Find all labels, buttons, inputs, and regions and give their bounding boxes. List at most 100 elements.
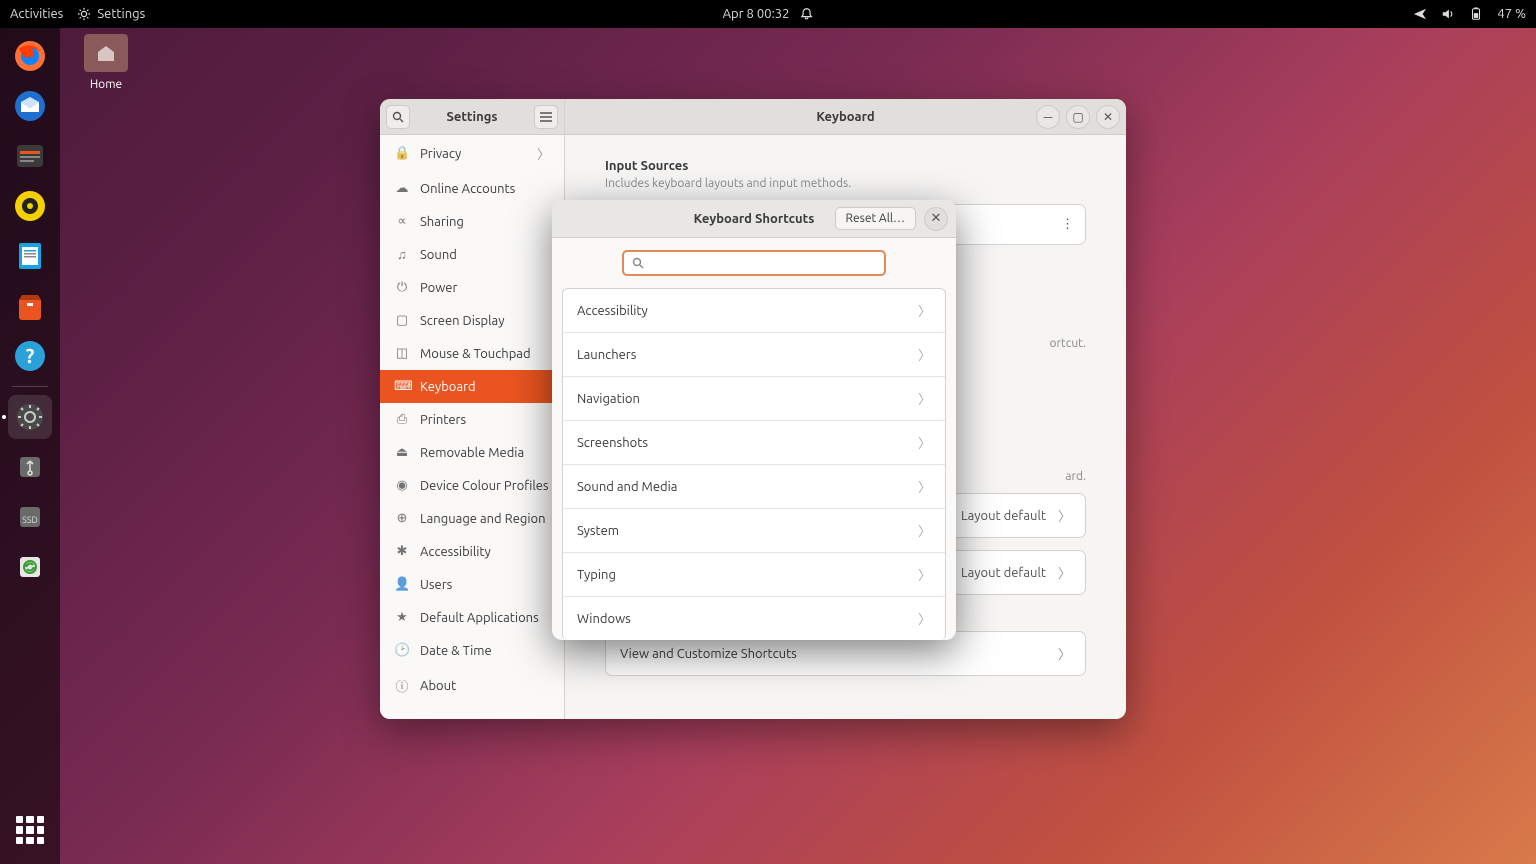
nav-label: About	[420, 679, 456, 693]
shortcut-category-launchers[interactable]: Launchers〉	[563, 333, 945, 377]
sidebar-item-about[interactable]: ⓘ About	[380, 667, 564, 704]
dock-software[interactable]	[8, 284, 52, 328]
sidebar-item-removable-media[interactable]: ⏏Removable Media	[380, 436, 564, 469]
shortcuts-search-input[interactable]	[650, 256, 876, 270]
grid-icon	[16, 816, 44, 844]
airplane-icon[interactable]	[1413, 7, 1427, 21]
sidebar-item-users[interactable]: 👤 Users	[380, 568, 564, 601]
sidebar-item-date-time[interactable]: 🕑Date & Time	[380, 634, 564, 667]
window-header: Settings Keyboard ─ ▢ ✕	[380, 99, 1126, 135]
nav-icon: ⎙	[394, 412, 410, 427]
reset-all-button[interactable]: Reset All…	[835, 207, 916, 230]
search-icon	[632, 257, 644, 269]
chevron-right-icon: 〉	[918, 565, 931, 584]
sidebar-item-screen-display[interactable]: ▢Screen Display	[380, 304, 564, 337]
sidebar-item-keyboard[interactable]: ⌨Keyboard	[380, 370, 564, 403]
shortcut-category-accessibility[interactable]: Accessibility 〉	[563, 289, 945, 333]
chevron-right-icon: 〉	[918, 433, 931, 452]
nav-label: Removable Media	[420, 446, 524, 460]
desktop-home-folder[interactable]: Home	[84, 34, 128, 91]
shortcut-category-screenshots[interactable]: Screenshots 〉	[563, 421, 945, 465]
shortcut-category-sound-and-media[interactable]: Sound and Media 〉	[563, 465, 945, 509]
sidebar-item-sharing[interactable]: ∝Sharing	[380, 205, 564, 238]
shortcut-category-navigation[interactable]: Navigation〉	[563, 377, 945, 421]
activities-button[interactable]: Activities	[10, 7, 63, 21]
nav-label: Users	[420, 578, 452, 592]
layout-value-1: Layout default	[961, 509, 1046, 523]
dock-ssd[interactable]: SSD	[8, 495, 52, 539]
sidebar-item-device-colour-profiles[interactable]: ◉ Device Colour Profiles	[380, 469, 564, 502]
folder-icon	[84, 34, 128, 72]
nav-icon: ◉	[394, 478, 410, 493]
dock-rhythmbox[interactable]	[8, 184, 52, 228]
nav-label: Accessibility	[420, 545, 491, 559]
svg-text:?: ?	[26, 344, 35, 367]
nav-label: Language and Region	[420, 512, 546, 526]
nav-icon: ⏻	[394, 280, 410, 295]
sidebar-item-power[interactable]: ⏻Power	[380, 271, 564, 304]
hamburger-button[interactable]	[534, 105, 558, 129]
chevron-right-icon: 〉	[918, 389, 931, 408]
sidebar-item-default-applications[interactable]: ★Default Applications	[380, 601, 564, 634]
close-window-button[interactable]: ✕	[1096, 105, 1120, 129]
show-applications[interactable]	[8, 808, 52, 852]
nav-icon: 👤	[394, 577, 410, 592]
chevron-right-icon: 〉	[1058, 506, 1071, 525]
partial-text-2: ard.	[1065, 470, 1086, 483]
chevron-right-icon: 〉	[918, 477, 931, 496]
nav-icon: ⌨	[394, 379, 410, 394]
nav-icon: ⓘ	[394, 676, 410, 695]
dock-writer[interactable]	[8, 234, 52, 278]
sidebar-item-language-and-region[interactable]: ⊕ Language and Region	[380, 502, 564, 535]
dock-files[interactable]	[8, 134, 52, 178]
notification-bell-icon[interactable]	[799, 7, 813, 21]
category-label: Sound and Media	[577, 480, 677, 494]
kebab-icon[interactable]: ⋮	[1061, 217, 1071, 232]
sidebar-item-printers[interactable]: ⎙Printers	[380, 403, 564, 436]
nav-icon: 🕑	[394, 643, 410, 658]
battery-icon[interactable]	[1469, 7, 1483, 21]
dock-help[interactable]: ?	[8, 334, 52, 378]
category-label: System	[577, 524, 619, 538]
shortcut-category-typing[interactable]: Typing〉	[563, 553, 945, 597]
sidebar-item-mouse-touchpad[interactable]: ◫Mouse & Touchpad	[380, 337, 564, 370]
dock-firefox[interactable]	[8, 34, 52, 78]
nav-icon: ♫	[394, 247, 410, 262]
dock-usb[interactable]	[8, 445, 52, 489]
chevron-right-icon: 〉	[537, 144, 550, 163]
dock-thunderbird[interactable]	[8, 84, 52, 128]
nav-icon: ★	[394, 610, 410, 625]
nav-icon: ⊕	[394, 511, 410, 526]
dialog-close-button[interactable]: ✕	[924, 207, 948, 231]
chevron-right-icon: 〉	[918, 609, 931, 628]
category-label: Screenshots	[577, 436, 648, 450]
dialog-title: Keyboard Shortcuts	[694, 212, 815, 226]
sidebar-item-online-accounts[interactable]: ☁Online Accounts	[380, 172, 564, 205]
dock-separator	[12, 386, 48, 387]
clock[interactable]: Apr 8 00:32	[723, 7, 790, 21]
top-bar: Activities Settings Apr 8 00:32 47 %	[0, 0, 1536, 28]
shortcut-category-windows[interactable]: Windows〉	[563, 597, 945, 640]
svg-text:SSD: SSD	[22, 515, 38, 525]
nav-label: Device Colour Profiles	[420, 479, 549, 493]
sidebar-item-sound[interactable]: ♫ Sound	[380, 238, 564, 271]
nav-label: Sound	[420, 248, 457, 262]
app-menu[interactable]: Settings	[77, 7, 145, 21]
maximize-button[interactable]: ▢	[1066, 105, 1090, 129]
search-icon	[392, 111, 404, 123]
sidebar-search-button[interactable]	[386, 105, 410, 129]
shortcuts-search[interactable]	[622, 250, 886, 276]
volume-icon[interactable]	[1441, 7, 1455, 21]
dock-trash[interactable]	[8, 545, 52, 589]
sidebar-item-accessibility[interactable]: ✱Accessibility	[380, 535, 564, 568]
chevron-right-icon: 〉	[918, 301, 931, 320]
sidebar-item-privacy[interactable]: 🔒Privacy〉	[380, 135, 564, 172]
chevron-right-icon: 〉	[918, 345, 931, 364]
input-sources-heading: Input Sources	[605, 159, 1086, 173]
minimize-button[interactable]: ─	[1036, 105, 1060, 129]
dock-settings[interactable]	[8, 395, 52, 439]
shortcut-category-system[interactable]: System〉	[563, 509, 945, 553]
category-label: Accessibility	[577, 304, 648, 318]
settings-sidebar: 🔒Privacy〉☁Online Accounts∝Sharing ♫ Sound ⏻…	[380, 135, 565, 719]
nav-label: Mouse & Touchpad	[420, 347, 531, 361]
